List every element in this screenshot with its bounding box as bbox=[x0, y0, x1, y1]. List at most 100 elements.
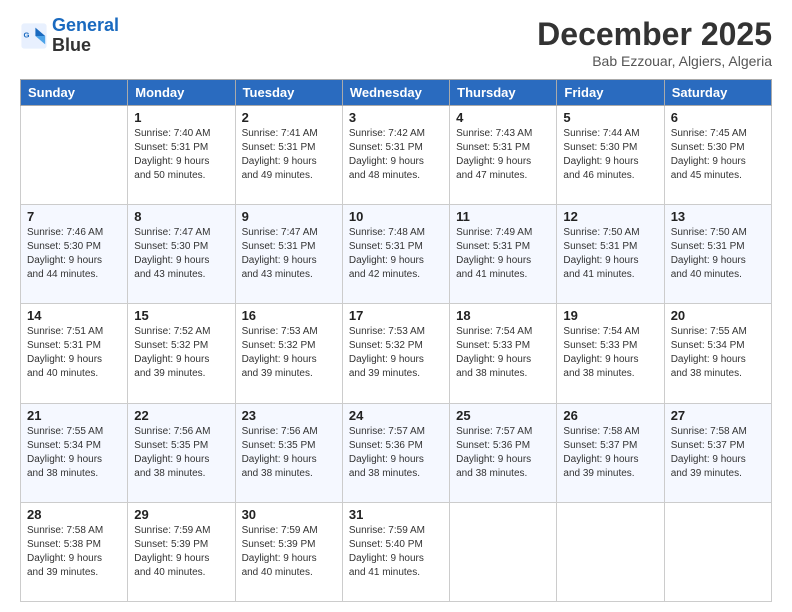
day-info: Sunrise: 7:54 AM Sunset: 5:33 PM Dayligh… bbox=[563, 325, 657, 381]
day-info: Sunrise: 7:44 AM Sunset: 5:30 PM Dayligh… bbox=[563, 127, 657, 183]
day-cell: 23 Sunrise: 7:56 AM Sunset: 5:35 PM Dayli… bbox=[235, 403, 342, 502]
calendar-body: 1 Sunrise: 7:40 AM Sunset: 5:31 PM Daylig… bbox=[21, 106, 772, 602]
day-cell: 10 Sunrise: 7:48 AM Sunset: 5:31 PM Dayli… bbox=[342, 205, 449, 304]
col-header-wednesday: Wednesday bbox=[342, 80, 449, 106]
day-info: Sunrise: 7:58 AM Sunset: 5:38 PM Dayligh… bbox=[27, 524, 121, 580]
day-cell bbox=[557, 502, 664, 601]
day-cell: 11 Sunrise: 7:49 AM Sunset: 5:31 PM Dayli… bbox=[450, 205, 557, 304]
day-info: Sunrise: 7:59 AM Sunset: 5:39 PM Dayligh… bbox=[134, 524, 228, 580]
day-number: 16 bbox=[242, 308, 336, 323]
day-info: Sunrise: 7:47 AM Sunset: 5:30 PM Dayligh… bbox=[134, 226, 228, 282]
day-cell: 26 Sunrise: 7:58 AM Sunset: 5:37 PM Dayli… bbox=[557, 403, 664, 502]
col-header-thursday: Thursday bbox=[450, 80, 557, 106]
day-info: Sunrise: 7:47 AM Sunset: 5:31 PM Dayligh… bbox=[242, 226, 336, 282]
day-number: 30 bbox=[242, 507, 336, 522]
day-number: 27 bbox=[671, 408, 765, 423]
day-number: 20 bbox=[671, 308, 765, 323]
day-number: 14 bbox=[27, 308, 121, 323]
col-header-sunday: Sunday bbox=[21, 80, 128, 106]
week-row-4: 28 Sunrise: 7:58 AM Sunset: 5:38 PM Dayli… bbox=[21, 502, 772, 601]
day-info: Sunrise: 7:50 AM Sunset: 5:31 PM Dayligh… bbox=[671, 226, 765, 282]
day-number: 7 bbox=[27, 209, 121, 224]
day-cell: 5 Sunrise: 7:44 AM Sunset: 5:30 PM Daylig… bbox=[557, 106, 664, 205]
day-info: Sunrise: 7:59 AM Sunset: 5:39 PM Dayligh… bbox=[242, 524, 336, 580]
day-number: 3 bbox=[349, 110, 443, 125]
calendar-header: SundayMondayTuesdayWednesdayThursdayFrid… bbox=[21, 80, 772, 106]
day-cell: 16Sunrise: 7:53 AM Sunset: 5:32 PM Dayli… bbox=[235, 304, 342, 403]
day-cell: 29Sunrise: 7:59 AM Sunset: 5:39 PM Dayli… bbox=[128, 502, 235, 601]
week-row-0: 1 Sunrise: 7:40 AM Sunset: 5:31 PM Daylig… bbox=[21, 106, 772, 205]
day-cell: 25Sunrise: 7:57 AM Sunset: 5:36 PM Dayli… bbox=[450, 403, 557, 502]
day-cell: 9Sunrise: 7:47 AM Sunset: 5:31 PM Daylig… bbox=[235, 205, 342, 304]
day-number: 28 bbox=[27, 507, 121, 522]
day-number: 8 bbox=[134, 209, 228, 224]
logo-line1: General bbox=[52, 15, 119, 35]
day-info: Sunrise: 7:57 AM Sunset: 5:36 PM Dayligh… bbox=[349, 425, 443, 481]
day-cell: 14 Sunrise: 7:51 AM Sunset: 5:31 PM Dayli… bbox=[21, 304, 128, 403]
day-info: Sunrise: 7:52 AM Sunset: 5:32 PM Dayligh… bbox=[134, 325, 228, 381]
svg-text:G: G bbox=[24, 30, 30, 39]
col-header-saturday: Saturday bbox=[664, 80, 771, 106]
day-cell bbox=[664, 502, 771, 601]
day-cell: 18Sunrise: 7:54 AM Sunset: 5:33 PM Dayli… bbox=[450, 304, 557, 403]
day-number: 26 bbox=[563, 408, 657, 423]
day-number: 31 bbox=[349, 507, 443, 522]
day-number: 4 bbox=[456, 110, 550, 125]
header: G General Blue December 2025 Bab Ezzouar… bbox=[20, 16, 772, 69]
day-number: 10 bbox=[349, 209, 443, 224]
day-cell: 30 Sunrise: 7:59 AM Sunset: 5:39 PM Dayli… bbox=[235, 502, 342, 601]
calendar-table: SundayMondayTuesdayWednesdayThursdayFrid… bbox=[20, 79, 772, 602]
logo-line2: Blue bbox=[52, 35, 91, 55]
day-cell: 7 Sunrise: 7:46 AM Sunset: 5:30 PM Daylig… bbox=[21, 205, 128, 304]
day-cell: 3 Sunrise: 7:42 AM Sunset: 5:31 PM Daylig… bbox=[342, 106, 449, 205]
day-info: Sunrise: 7:40 AM Sunset: 5:31 PM Dayligh… bbox=[134, 127, 228, 183]
day-cell: 8 Sunrise: 7:47 AM Sunset: 5:30 PM Daylig… bbox=[128, 205, 235, 304]
day-info: Sunrise: 7:53 AM Sunset: 5:32 PM Dayligh… bbox=[349, 325, 443, 381]
day-info: Sunrise: 7:59 AM Sunset: 5:40 PM Dayligh… bbox=[349, 524, 443, 580]
day-cell: 31 Sunrise: 7:59 AM Sunset: 5:40 PM Dayli… bbox=[342, 502, 449, 601]
title-block: December 2025 Bab Ezzouar, Algiers, Alge… bbox=[537, 16, 772, 69]
day-number: 15 bbox=[134, 308, 228, 323]
day-number: 5 bbox=[563, 110, 657, 125]
day-info: Sunrise: 7:51 AM Sunset: 5:31 PM Dayligh… bbox=[27, 325, 121, 381]
day-info: Sunrise: 7:55 AM Sunset: 5:34 PM Dayligh… bbox=[671, 325, 765, 381]
day-number: 21 bbox=[27, 408, 121, 423]
day-cell: 17 Sunrise: 7:53 AM Sunset: 5:32 PM Dayli… bbox=[342, 304, 449, 403]
day-info: Sunrise: 7:56 AM Sunset: 5:35 PM Dayligh… bbox=[134, 425, 228, 481]
day-info: Sunrise: 7:57 AM Sunset: 5:36 PM Dayligh… bbox=[456, 425, 550, 481]
day-number: 11 bbox=[456, 209, 550, 224]
day-number: 19 bbox=[563, 308, 657, 323]
day-number: 13 bbox=[671, 209, 765, 224]
header-row: SundayMondayTuesdayWednesdayThursdayFrid… bbox=[21, 80, 772, 106]
day-cell bbox=[21, 106, 128, 205]
day-cell: 4Sunrise: 7:43 AM Sunset: 5:31 PM Daylig… bbox=[450, 106, 557, 205]
day-cell: 15 Sunrise: 7:52 AM Sunset: 5:32 PM Dayli… bbox=[128, 304, 235, 403]
day-cell: 19 Sunrise: 7:54 AM Sunset: 5:33 PM Dayli… bbox=[557, 304, 664, 403]
day-cell: 13 Sunrise: 7:50 AM Sunset: 5:31 PM Dayli… bbox=[664, 205, 771, 304]
day-info: Sunrise: 7:55 AM Sunset: 5:34 PM Dayligh… bbox=[27, 425, 121, 481]
day-cell: 28 Sunrise: 7:58 AM Sunset: 5:38 PM Dayli… bbox=[21, 502, 128, 601]
day-cell: 21 Sunrise: 7:55 AM Sunset: 5:34 PM Dayli… bbox=[21, 403, 128, 502]
week-row-3: 21 Sunrise: 7:55 AM Sunset: 5:34 PM Dayli… bbox=[21, 403, 772, 502]
day-info: Sunrise: 7:58 AM Sunset: 5:37 PM Dayligh… bbox=[563, 425, 657, 481]
day-info: Sunrise: 7:41 AM Sunset: 5:31 PM Dayligh… bbox=[242, 127, 336, 183]
day-number: 1 bbox=[134, 110, 228, 125]
logo-icon: G bbox=[20, 22, 48, 50]
day-info: Sunrise: 7:58 AM Sunset: 5:37 PM Dayligh… bbox=[671, 425, 765, 481]
day-info: Sunrise: 7:48 AM Sunset: 5:31 PM Dayligh… bbox=[349, 226, 443, 282]
day-info: Sunrise: 7:42 AM Sunset: 5:31 PM Dayligh… bbox=[349, 127, 443, 183]
col-header-tuesday: Tuesday bbox=[235, 80, 342, 106]
day-number: 22 bbox=[134, 408, 228, 423]
day-number: 17 bbox=[349, 308, 443, 323]
day-cell bbox=[450, 502, 557, 601]
day-number: 23 bbox=[242, 408, 336, 423]
day-cell: 12Sunrise: 7:50 AM Sunset: 5:31 PM Dayli… bbox=[557, 205, 664, 304]
day-info: Sunrise: 7:49 AM Sunset: 5:31 PM Dayligh… bbox=[456, 226, 550, 282]
day-number: 12 bbox=[563, 209, 657, 224]
day-info: Sunrise: 7:56 AM Sunset: 5:35 PM Dayligh… bbox=[242, 425, 336, 481]
day-info: Sunrise: 7:46 AM Sunset: 5:30 PM Dayligh… bbox=[27, 226, 121, 282]
day-number: 2 bbox=[242, 110, 336, 125]
day-number: 24 bbox=[349, 408, 443, 423]
day-info: Sunrise: 7:54 AM Sunset: 5:33 PM Dayligh… bbox=[456, 325, 550, 381]
page: G General Blue December 2025 Bab Ezzouar… bbox=[0, 0, 792, 612]
